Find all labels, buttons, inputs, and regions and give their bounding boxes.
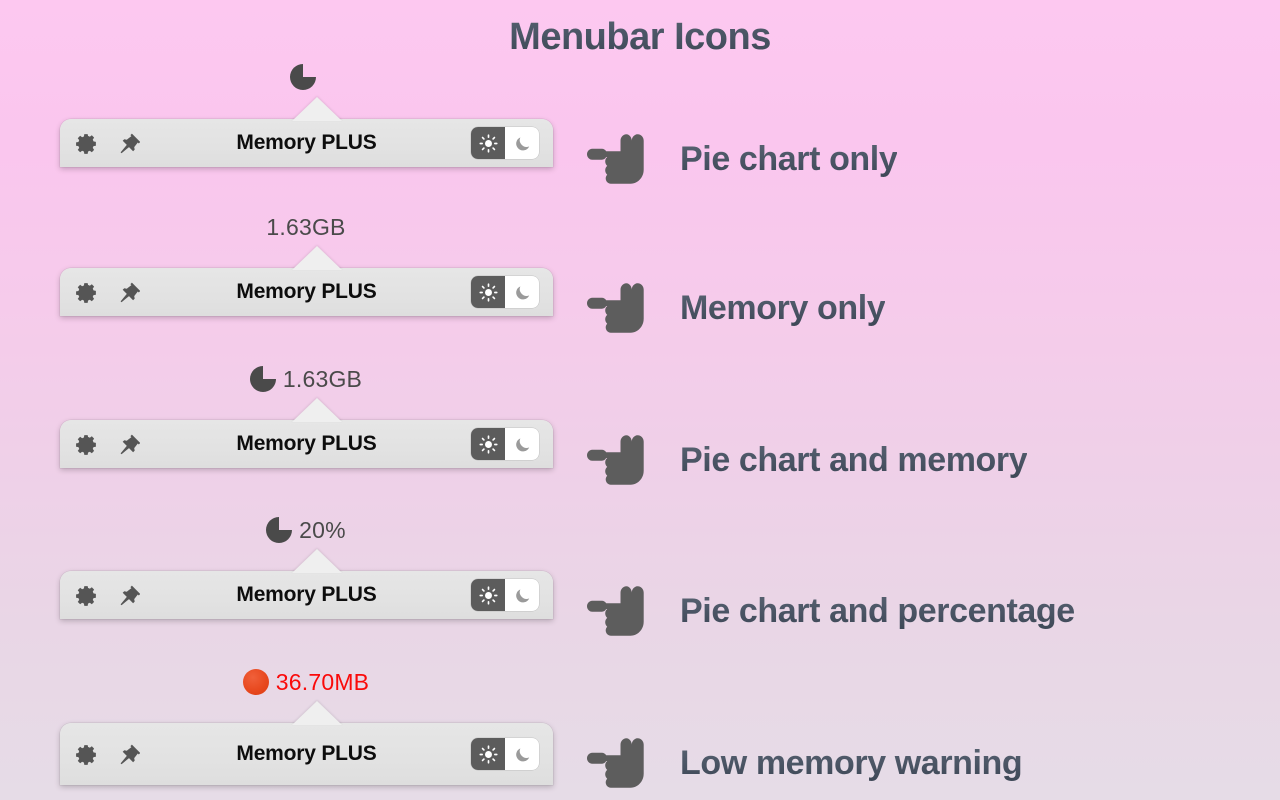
page-title: Menubar Icons (0, 16, 1280, 59)
menubar-item[interactable]: 20% (0, 513, 612, 547)
popover-pointer (292, 398, 342, 422)
caption-label: Pie chart and percentage (680, 591, 1075, 630)
gear-icon[interactable] (74, 131, 99, 156)
pointing-hand-right-icon (586, 279, 658, 337)
dark-mode-segment[interactable] (505, 127, 539, 159)
pointing-hand-right-icon (586, 130, 658, 188)
popover-title: Memory PLUS (236, 280, 377, 303)
dark-mode-segment[interactable] (505, 428, 539, 460)
popover-card: Memory PLUS (60, 268, 553, 316)
gear-icon[interactable] (74, 742, 99, 767)
popover-right-controls (427, 579, 539, 611)
pushpin-icon[interactable] (116, 583, 141, 607)
caption-label: Pie chart only (680, 139, 898, 178)
gear-icon[interactable] (74, 583, 99, 608)
popover-pointer (292, 246, 342, 270)
dark-mode-segment[interactable] (505, 579, 539, 611)
popover-title: Memory PLUS (236, 131, 377, 154)
light-mode-segment[interactable] (471, 428, 505, 460)
caption-label: Low memory warning (680, 743, 1023, 782)
callout: Memory only (586, 273, 886, 343)
dark-mode-segment[interactable] (505, 738, 539, 770)
pushpin-icon[interactable] (116, 280, 141, 304)
callout: Pie chart only (586, 124, 898, 194)
popover: Memory PLUS (60, 549, 553, 619)
caption-label: Pie chart and memory (680, 440, 1028, 479)
popover-left-controls (74, 131, 186, 156)
menubar-label: 1.63GB (266, 213, 346, 240)
popover-card: Memory PLUS (60, 420, 553, 468)
popover-title: Memory PLUS (236, 742, 377, 765)
popover-left-controls (74, 583, 186, 608)
appearance-mode-toggle[interactable] (471, 276, 539, 308)
light-mode-segment[interactable] (471, 127, 505, 159)
low-memory-alert-icon (242, 669, 269, 695)
popover-pointer (292, 549, 342, 573)
popover-right-controls (427, 428, 539, 460)
callout: Low memory warning (586, 728, 1023, 798)
pie-chart-icon (249, 366, 276, 392)
menubar-label: 36.70MB (275, 668, 370, 695)
caption-label: Memory only (680, 288, 886, 327)
pushpin-icon[interactable] (116, 742, 141, 766)
popover-card: Memory PLUS (60, 723, 553, 785)
popover-left-controls (74, 432, 186, 457)
light-mode-segment[interactable] (471, 579, 505, 611)
popover-pointer (292, 701, 342, 725)
callout: Pie chart and percentage (586, 576, 1075, 646)
pie-chart-icon (266, 517, 293, 543)
appearance-mode-toggle[interactable] (471, 127, 539, 159)
popover-right-controls (427, 127, 539, 159)
menubar-label: 20% (299, 516, 346, 543)
popover: Memory PLUS (60, 398, 553, 468)
pointing-hand-right-icon (586, 431, 658, 489)
menubar-item[interactable] (0, 60, 612, 94)
light-mode-segment[interactable] (471, 276, 505, 308)
callout: Pie chart and memory (586, 425, 1028, 495)
popover-title: Memory PLUS (236, 432, 377, 455)
popover: Memory PLUS (60, 701, 553, 785)
menubar-label: 1.63GB (282, 365, 363, 392)
popover-left-controls (74, 280, 186, 305)
appearance-mode-toggle[interactable] (471, 579, 539, 611)
pointing-hand-right-icon (586, 582, 658, 640)
popover-title: Memory PLUS (236, 583, 377, 606)
menubar-item[interactable]: 1.63GB (0, 362, 612, 396)
pushpin-icon[interactable] (116, 432, 141, 456)
pointing-hand-right-icon (586, 734, 658, 792)
popover-card: Memory PLUS (60, 571, 553, 619)
gear-icon[interactable] (74, 432, 99, 457)
popover-left-controls (74, 742, 186, 767)
light-mode-segment[interactable] (471, 738, 505, 770)
menubar-item[interactable]: 1.63GB (0, 210, 612, 244)
popover: Memory PLUS (60, 97, 553, 167)
popover-right-controls (427, 276, 539, 308)
menubar-item[interactable]: 36.70MB (0, 665, 612, 699)
popover-card: Memory PLUS (60, 119, 553, 167)
popover-right-controls (427, 738, 539, 770)
pie-chart-icon (289, 64, 316, 90)
popover-pointer (292, 97, 342, 121)
dark-mode-segment[interactable] (505, 276, 539, 308)
popover: Memory PLUS (60, 246, 553, 316)
appearance-mode-toggle[interactable] (471, 428, 539, 460)
appearance-mode-toggle[interactable] (471, 738, 539, 770)
pushpin-icon[interactable] (116, 131, 141, 155)
gear-icon[interactable] (74, 280, 99, 305)
